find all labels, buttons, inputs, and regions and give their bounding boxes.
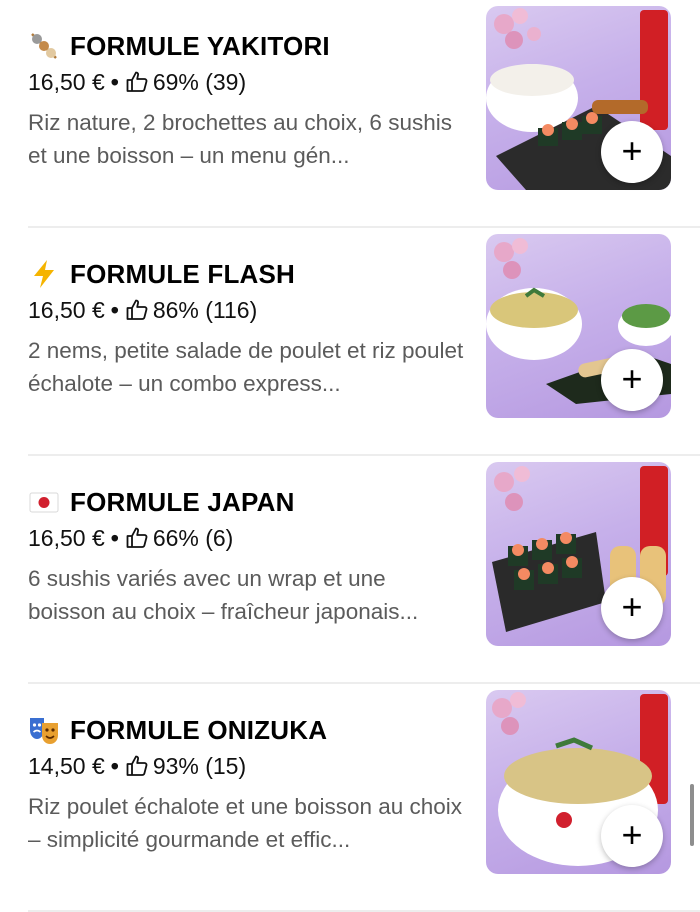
menu-item-meta: 16,50 € • 86% (116) xyxy=(28,294,468,326)
menu-item-rating: 66% (6) xyxy=(152,524,234,551)
menu-item-yakitori[interactable]: FORMULE YAKITORI 16,50 € • 69% (39) Riz … xyxy=(0,0,700,228)
add-button[interactable]: + xyxy=(601,349,663,411)
separator-dot: • xyxy=(110,524,119,551)
menu-item-title-row: FORMULE JAPAN xyxy=(28,484,468,520)
thumbs-up-icon xyxy=(126,71,148,92)
plus-icon: + xyxy=(621,814,643,855)
menu-item-text: FORMULE YAKITORI 16,50 € • 69% (39) Riz … xyxy=(28,28,468,172)
add-button[interactable]: + xyxy=(601,121,663,183)
menu-item-title: FORMULE YAKITORI xyxy=(70,30,330,61)
menu-item-meta: 16,50 € • 66% (6) xyxy=(28,522,468,554)
menu-item-price: 14,50 € xyxy=(28,752,105,779)
add-button[interactable]: + xyxy=(601,805,663,867)
plus-icon: + xyxy=(621,358,643,399)
menu-item-rating: 93% (15) xyxy=(152,752,247,779)
separator-dot: • xyxy=(110,296,119,323)
menu-item-title: FORMULE JAPAN xyxy=(70,486,295,517)
separator-dot: • xyxy=(110,752,119,779)
plus-icon: + xyxy=(621,130,643,171)
menu-item-title: FORMULE FLASH xyxy=(70,258,296,289)
menu-item-meta: 14,50 € • 93% (15) xyxy=(28,750,468,782)
add-button[interactable]: + xyxy=(601,577,663,639)
menu-item-description: Riz nature, 2 brochettes au choix, 6 sus… xyxy=(28,110,452,168)
menu-list: FORMULE YAKITORI 16,50 € • 69% (39) Riz … xyxy=(0,0,700,912)
menu-item-text: FORMULE ONIZUKA 14,50 € • 93% (15) Riz p… xyxy=(28,712,468,856)
scrollbar[interactable] xyxy=(690,784,694,846)
menu-item-title-row: FORMULE FLASH xyxy=(28,256,468,292)
menu-item-description: Riz poulet échalote et une boisson au ch… xyxy=(28,794,463,852)
menu-item-rating: 69% (39) xyxy=(152,68,247,95)
plus-icon: + xyxy=(621,586,643,627)
menu-item-price: 16,50 € xyxy=(28,296,105,323)
menu-item-rating: 86% (116) xyxy=(152,296,258,323)
menu-item-title-row: FORMULE YAKITORI xyxy=(28,28,468,64)
lightning-icon xyxy=(34,260,54,288)
thumbs-up-icon xyxy=(126,299,148,320)
menu-item-title-row: FORMULE ONIZUKA xyxy=(28,712,468,748)
thumbs-up-icon xyxy=(126,755,148,776)
japan-flag-icon xyxy=(29,492,59,513)
separator-dot: • xyxy=(110,68,119,95)
menu-item-price: 16,50 € xyxy=(28,68,105,95)
menu-item-meta: 16,50 € • 69% (39) xyxy=(28,66,468,98)
menu-item-text: FORMULE JAPAN 16,50 € • 66% (6) 6 sushis… xyxy=(28,484,468,628)
menu-item-price: 16,50 € xyxy=(28,524,105,551)
menu-item-text: FORMULE FLASH 16,50 € • 86% (116) 2 nems… xyxy=(28,256,468,400)
theater-masks-icon xyxy=(30,718,58,744)
menu-item-flash[interactable]: FORMULE FLASH 16,50 € • 86% (116) 2 nems… xyxy=(0,228,700,456)
menu-item-description: 2 nems, petite salade de poulet et riz p… xyxy=(28,338,464,396)
thumbs-up-icon xyxy=(126,527,148,548)
menu-item-title: FORMULE ONIZUKA xyxy=(70,714,328,745)
menu-item-japan[interactable]: FORMULE JAPAN 16,50 € • 66% (6) 6 sushis… xyxy=(0,456,700,684)
menu-item-onizuka[interactable]: FORMULE ONIZUKA 14,50 € • 93% (15) Riz p… xyxy=(0,684,700,912)
menu-item-description: 6 sushis variés avec un wrap et une bois… xyxy=(28,566,419,624)
skewer-icon xyxy=(31,33,57,59)
